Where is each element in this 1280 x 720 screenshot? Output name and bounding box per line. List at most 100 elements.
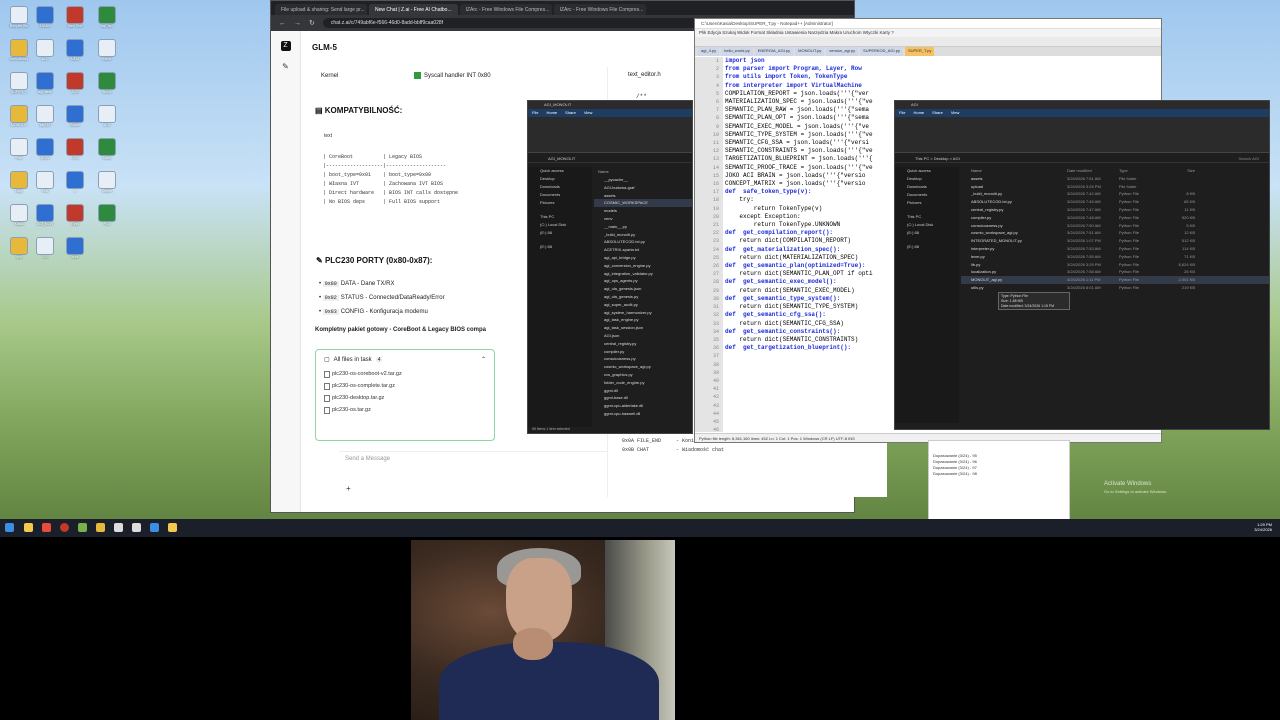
- file-row[interactable]: compiler.py 3/24/2026 7:48 AM Python File 5…: [961, 214, 1269, 222]
- desktop-icon[interactable]: AGI: [92, 105, 122, 128]
- taskbar-clock[interactable]: 1:29 PM 3/24/2026: [1254, 522, 1272, 532]
- file-row[interactable]: cvs_graphics.py: [594, 371, 692, 379]
- taskbar-app-icon[interactable]: [60, 523, 69, 532]
- desktop-icon[interactable]: AGI_MON: [30, 204, 60, 227]
- ribbon-tab[interactable]: View: [584, 110, 593, 116]
- file-row[interactable]: ABSOLUTECOD.txt.py: [594, 238, 692, 246]
- files-header[interactable]: ▢ All files in task 4 ⌃: [316, 350, 494, 369]
- taskbar-app-icon[interactable]: [24, 523, 33, 532]
- desktop-icon[interactable]: Menu: [92, 39, 122, 62]
- nav-item[interactable]: This PC: [895, 213, 959, 221]
- nav-item[interactable]: Pictures: [895, 199, 959, 207]
- file-row[interactable]: compiler.py: [594, 348, 692, 356]
- file-row[interactable]: agi_ops_agents.py: [594, 277, 692, 285]
- file-row[interactable]: _build_monolit.py 3/24/2026 7:42 AM Python…: [961, 190, 1269, 198]
- ribbon-tab[interactable]: Share: [565, 110, 576, 116]
- desktop-icon[interactable]: OS: [30, 237, 60, 260]
- desktop-icon[interactable]: New Text: [60, 6, 90, 29]
- desktop-icon[interactable]: Nowy: [92, 72, 122, 95]
- desktop-icon[interactable]: agi_desk: [30, 72, 60, 95]
- file-row[interactable]: lexer.py 3/24/2026 7:55 AM Python File 71 K…: [961, 253, 1269, 261]
- column-header[interactable]: Size: [1165, 167, 1195, 175]
- desktop-icon[interactable]: plc230: [30, 105, 60, 128]
- column-header[interactable]: Type: [1119, 167, 1165, 175]
- notepad-tab[interactable]: agi_4.py: [698, 47, 720, 56]
- start-icon[interactable]: [5, 523, 14, 532]
- notepad-menu[interactable]: Plik Edycja Szukaj Widok Format Składnia…: [695, 29, 1161, 37]
- file-row[interactable]: ggml-base.dll: [594, 394, 692, 402]
- file-row[interactable]: folder_code_engine.py: [594, 379, 692, 387]
- list-item[interactable]: Dopasowanie (3/24) - 98: [929, 471, 1069, 477]
- file-row[interactable]: utils.py 3/24/2026 8:01 AM Python File 219 …: [961, 284, 1269, 292]
- column-header[interactable]: Date modified: [1067, 167, 1119, 175]
- desktop-icon[interactable]: Brave: [60, 105, 90, 128]
- desktop-icon[interactable]: agi_api: [92, 6, 122, 29]
- file-row[interactable]: agi_system_harmonizer.py: [594, 309, 692, 317]
- notepad-tab[interactable]: MONOLIT.py: [795, 47, 825, 56]
- ribbon-tab[interactable]: Home: [546, 110, 557, 116]
- nav-item[interactable]: Desktop: [528, 175, 592, 183]
- file-item[interactable]: plc230-desktop.tar.gz: [316, 393, 494, 405]
- desktop-icon[interactable]: ACE: [60, 72, 90, 95]
- file-item[interactable]: plc230-os-complete.tar.gz: [316, 381, 494, 393]
- chevron-up-icon[interactable]: ⌃: [481, 356, 486, 363]
- desktop-icon[interactable]: Test: [30, 171, 60, 194]
- file-row[interactable]: INTEGRATED_MONOLIT.py 3/24/2026 1:07 PM Py…: [961, 237, 1269, 245]
- file-row[interactable]: assets 3/24/2026 7:51 AM File folder: [961, 175, 1269, 183]
- file-row[interactable]: agi_ola_genesis.json: [594, 285, 692, 293]
- file-row[interactable]: cosmic_workspace_agi.py: [594, 363, 692, 371]
- path-text[interactable]: This PC > Desktop > AGI: [915, 156, 960, 161]
- taskbar-app-icon[interactable]: [150, 523, 159, 532]
- notepad-toolbar[interactable]: [695, 37, 1161, 47]
- file-row[interactable]: AGI.json: [594, 332, 692, 340]
- desktop-icon[interactable]: MEM: [60, 39, 90, 62]
- file-row[interactable]: cosmic_workspace_agi.py 3/24/2026 7:51 AM…: [961, 229, 1269, 237]
- file-row[interactable]: agi_super_audit.py: [594, 301, 692, 309]
- ribbon-tab[interactable]: View: [951, 110, 960, 116]
- nav-item[interactable]: (E:) 88: [528, 229, 592, 237]
- file-row[interactable]: ABSOLUTECOD.txt.py 3/24/2026 7:45 AM Pytho…: [961, 198, 1269, 206]
- nav-item[interactable]: (E:) 88: [528, 243, 592, 251]
- file-row[interactable]: consciousness.py 3/24/2026 7:50 AM Python …: [961, 222, 1269, 230]
- file-row[interactable]: ACETRIX-sparta.txt: [594, 246, 692, 254]
- browser-tab[interactable]: File upload & sharing: Send large pr...: [275, 4, 367, 15]
- ribbon-tab[interactable]: Share: [932, 110, 943, 116]
- search-box[interactable]: Search AGI: [1239, 156, 1259, 161]
- browser-tab-active[interactable]: New Chat | Z.ai - Free AI Chatbo...: [369, 4, 458, 15]
- file-row[interactable]: AGI-budowa-graf: [594, 184, 692, 192]
- nav-item[interactable]: Quick access: [528, 167, 592, 175]
- taskbar-app-icon[interactable]: [42, 523, 51, 532]
- nav-item[interactable]: (E:) 88: [895, 243, 959, 251]
- file-row[interactable]: agi_api_bridge.py: [594, 254, 692, 262]
- desktop-icon[interactable]: Steam: [92, 171, 122, 194]
- column-header[interactable]: Name: [971, 167, 1067, 175]
- file-row[interactable]: assets: [594, 192, 692, 200]
- reload-icon[interactable]: ↻: [309, 19, 315, 27]
- file-row[interactable]: interpreter.py 3/24/2026 7:53 AM Python Fi…: [961, 245, 1269, 253]
- nav-item[interactable]: Downloads: [895, 183, 959, 191]
- ribbon[interactable]: [528, 117, 692, 153]
- nav-item[interactable]: Quick access: [895, 167, 959, 175]
- file-row[interactable]: central_registry.py: [594, 340, 692, 348]
- file-row[interactable]: __pycache__: [594, 176, 692, 184]
- model-name[interactable]: GLM-5: [312, 43, 337, 52]
- file-row[interactable]: consciousness.py: [594, 355, 692, 363]
- nav-item[interactable]: (C:) Local Disk: [895, 221, 959, 229]
- file-row[interactable]: agi_task_engine.py: [594, 316, 692, 324]
- nav-item[interactable]: (C:) Local Disk: [528, 221, 592, 229]
- back-icon[interactable]: ←: [279, 20, 286, 27]
- file-row[interactable]: COSMIC_WORKSPACE: [594, 199, 692, 208]
- path-bar[interactable]: This PC > Desktop > AGI Search AGI: [895, 153, 1269, 163]
- file-row[interactable]: lib.py 3/24/2026 3:29 PM Python File 8,624 …: [961, 261, 1269, 269]
- ribbon-tab[interactable]: File: [899, 110, 905, 116]
- forward-icon[interactable]: →: [294, 20, 301, 27]
- file-row[interactable]: ggml.dll: [594, 387, 692, 395]
- browser-tab[interactable]: IZArc - Free Windows File Compres...: [553, 4, 646, 15]
- file-row[interactable]: MONOLIT_agi.py 3/24/2026 1:11 PM Python Fi…: [961, 276, 1269, 284]
- notepad-tab[interactable]: SUPER_T.py: [905, 47, 935, 56]
- ribbon-tab[interactable]: Home: [913, 110, 924, 116]
- desktop-icon[interactable]: x: [60, 171, 90, 194]
- file-row[interactable]: ggml-cpu-alderlake.dll: [594, 402, 692, 410]
- zai-logo-icon[interactable]: Z: [280, 41, 291, 51]
- nav-item[interactable]: Downloads: [528, 183, 592, 191]
